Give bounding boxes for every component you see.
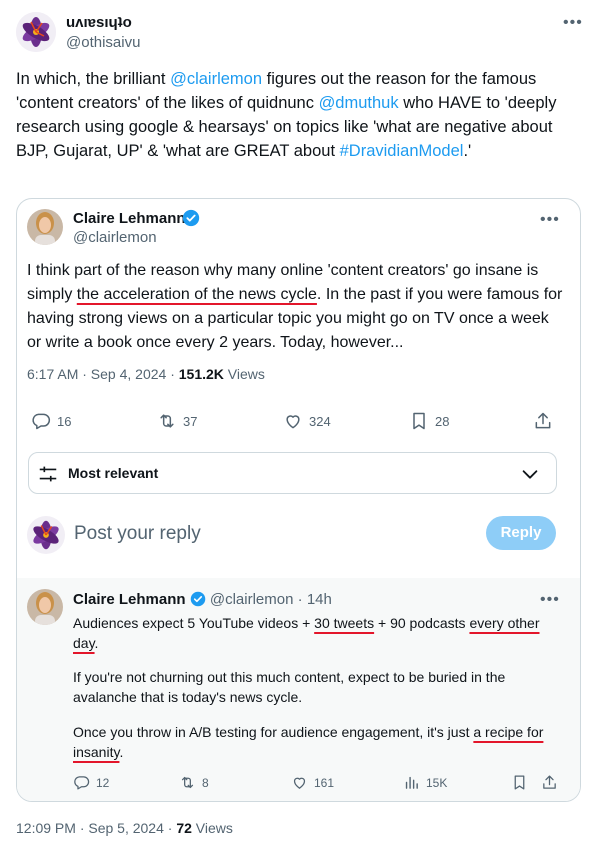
bookmark-icon bbox=[514, 775, 525, 790]
bookmark-icon bbox=[413, 412, 425, 430]
repost-action[interactable]: 37 bbox=[157, 411, 197, 431]
reply-paragraph-2: If you're not churning out this much con… bbox=[73, 669, 506, 705]
share-icon bbox=[535, 412, 551, 429]
reply-separator: · bbox=[293, 591, 307, 608]
composer-avatar bbox=[27, 516, 65, 554]
reply-text-part: Audiences expect 5 YouTube videos + bbox=[73, 615, 315, 631]
filter-sliders-icon bbox=[37, 463, 59, 490]
reply-composer-input[interactable]: Post your reply bbox=[74, 523, 201, 545]
quoted-author-handle[interactable]: @clairlemon bbox=[73, 229, 157, 246]
tweet-views-label: Views bbox=[191, 820, 233, 836]
highlighted-phrase: 30 tweets bbox=[314, 615, 375, 631]
tweet-views-count: 72 bbox=[176, 820, 192, 836]
author-handle[interactable]: @othisaivu bbox=[66, 34, 140, 51]
reply-author-handle[interactable]: @clairlemon bbox=[210, 591, 294, 608]
reply-reply-count: 12 bbox=[96, 775, 110, 790]
more-horizontal-icon[interactable]: ••• bbox=[563, 15, 583, 31]
reply-repost-count: 8 bbox=[202, 775, 209, 790]
mention-link[interactable]: @clairlemon bbox=[170, 70, 262, 88]
tweet-text-part: .' bbox=[463, 142, 472, 160]
author-name[interactable]: uʌıɐsıɥʇo bbox=[66, 14, 132, 31]
quoted-author-name[interactable]: Claire Lehmann bbox=[73, 210, 186, 227]
reply-text-part: Once you throw in A/B testing for audien… bbox=[73, 724, 474, 740]
sort-label: Most relevant bbox=[68, 465, 159, 481]
reply-header: Claire Lehmann @clairlemon · 14h bbox=[73, 591, 332, 611]
verified-badge-icon bbox=[182, 209, 200, 232]
reply-reply-action[interactable]: 12 bbox=[73, 774, 109, 791]
reply-action[interactable]: 16 bbox=[31, 411, 71, 431]
highlighted-phrase: the acceleration of the news cycle bbox=[76, 286, 317, 303]
verified-badge-icon bbox=[190, 591, 206, 611]
reply-like-count: 161 bbox=[314, 775, 335, 790]
flower-avatar-image bbox=[27, 516, 65, 554]
quoted-more-icon[interactable]: ••• bbox=[540, 212, 560, 228]
quoted-views-label: Views bbox=[223, 366, 265, 382]
quoted-author-avatar[interactable] bbox=[27, 209, 63, 245]
reply-text-part: . bbox=[94, 635, 99, 651]
reply-repost-action[interactable]: 8 bbox=[179, 774, 209, 791]
repost-count: 37 bbox=[183, 413, 198, 429]
quoted-views-count: 151.2K bbox=[178, 366, 224, 382]
quoted-tweet-text: I think part of the reason why many onli… bbox=[27, 259, 567, 355]
reply-text-part: . bbox=[119, 744, 124, 760]
comment-icon bbox=[74, 776, 90, 790]
bookmark-count: 28 bbox=[435, 413, 450, 429]
reply-paragraph-3: Once you throw in A/B testing for audien… bbox=[73, 722, 563, 762]
reply-more-icon[interactable]: ••• bbox=[540, 592, 560, 608]
author-avatar[interactable] bbox=[16, 12, 56, 52]
share-action[interactable] bbox=[533, 411, 553, 431]
tweet-meta: 12:09 PM · Sep 5, 2024 · 72 Views bbox=[16, 820, 233, 836]
bookmark-action[interactable]: 28 bbox=[409, 411, 449, 431]
sort-dropdown[interactable]: Most relevant bbox=[28, 452, 557, 494]
hashtag-link[interactable]: #DravidianModel bbox=[340, 142, 464, 160]
reply-author-avatar[interactable] bbox=[27, 589, 63, 625]
tweet-text: In which, the brilliant @clairlemon figu… bbox=[16, 67, 576, 163]
like-action[interactable]: 324 bbox=[283, 411, 331, 431]
reply-tweet[interactable]: Claire Lehmann @clairlemon · 14h ••• Aud… bbox=[17, 578, 580, 801]
reply-views-count: 15K bbox=[426, 775, 448, 790]
heart-icon bbox=[286, 415, 300, 429]
portrait-avatar-image bbox=[27, 209, 63, 245]
portrait-avatar-image bbox=[27, 589, 63, 625]
share-icon bbox=[543, 775, 556, 789]
tweet-timestamp[interactable]: 12:09 PM · Sep 5, 2024 · bbox=[16, 820, 176, 836]
reply-time[interactable]: 14h bbox=[307, 591, 332, 608]
analytics-bars-icon bbox=[405, 776, 418, 789]
mention-link[interactable]: @dmuthuk bbox=[319, 94, 399, 112]
reply-bookmark-action[interactable] bbox=[511, 774, 528, 791]
heart-icon bbox=[293, 777, 306, 789]
tweet-text-part: In which, the brilliant bbox=[16, 70, 171, 88]
quoted-meta: 6:17 AM · Sep 4, 2024 · 151.2K Views bbox=[27, 366, 265, 382]
reply-text-part: + 90 podcasts bbox=[374, 615, 470, 631]
quoted-timestamp[interactable]: 6:17 AM · Sep 4, 2024 · bbox=[27, 366, 179, 382]
reply-paragraph-1: Audiences expect 5 YouTube videos + 30 t… bbox=[73, 613, 563, 653]
reply-views-action[interactable]: 15K bbox=[403, 774, 447, 791]
flower-avatar-image bbox=[16, 12, 56, 52]
reply-count: 16 bbox=[57, 413, 72, 429]
reply-author-name[interactable]: Claire Lehmann bbox=[73, 591, 186, 608]
reply-like-action[interactable]: 161 bbox=[291, 774, 334, 791]
reply-share-action[interactable] bbox=[541, 774, 558, 791]
chevron-down-icon bbox=[519, 463, 541, 490]
reply-button[interactable]: Reply bbox=[486, 516, 556, 550]
repost-icon bbox=[160, 414, 174, 428]
quoted-tweet-card[interactable]: Claire Lehmann @clairlemon ••• I think p… bbox=[16, 198, 581, 802]
comment-icon bbox=[32, 413, 51, 430]
repost-icon bbox=[181, 776, 194, 789]
like-count: 324 bbox=[309, 413, 331, 429]
